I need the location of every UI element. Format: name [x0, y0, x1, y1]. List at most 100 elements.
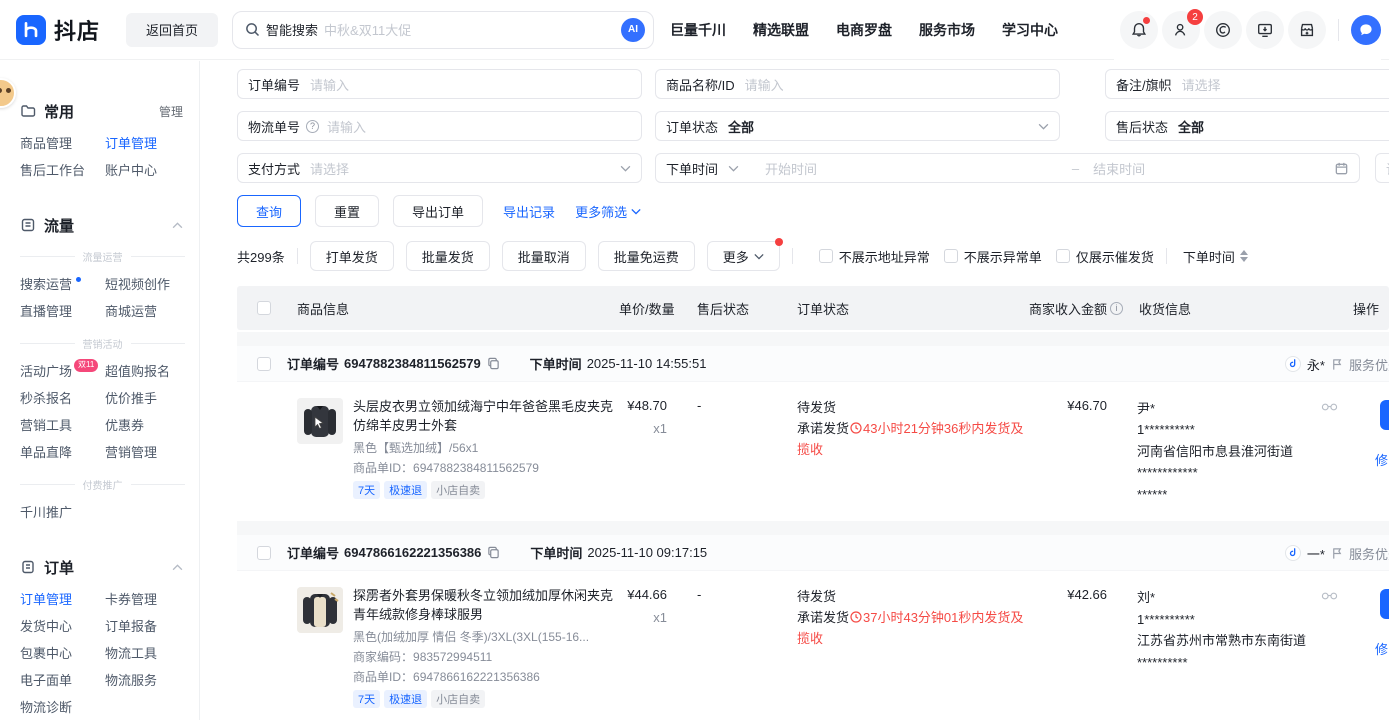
- shop-button[interactable]: [1288, 11, 1326, 49]
- aftersale-status-select[interactable]: 售后状态 全部: [1105, 111, 1389, 141]
- sidebar-item-aftersale-workbench[interactable]: 售后工作台: [20, 156, 105, 183]
- order-number-field[interactable]: 订单编号 请输入: [237, 69, 642, 99]
- copy-icon[interactable]: [487, 546, 500, 559]
- customer-service-button[interactable]: [1204, 11, 1242, 49]
- reset-button[interactable]: 重置: [315, 195, 379, 227]
- order-status-select[interactable]: 订单状态 全部: [655, 111, 1060, 141]
- sidebar-item-order-report[interactable]: 订单报备: [105, 612, 199, 639]
- sidebar-item-single-discount[interactable]: 单品直降: [20, 438, 105, 465]
- sidebar-item-short-video-creation[interactable]: 短视频创作: [105, 270, 199, 297]
- flag-icon[interactable]: [1331, 358, 1343, 371]
- export-log-link[interactable]: 导出记录: [503, 202, 555, 221]
- nav-learning-center[interactable]: 学习中心: [1002, 20, 1058, 40]
- calendar-icon[interactable]: [1334, 161, 1349, 176]
- nav-selected-alliance[interactable]: 精选联盟: [753, 20, 809, 40]
- more-filters-link[interactable]: 更多筛选: [575, 202, 641, 221]
- ai-search-button[interactable]: AI: [621, 18, 645, 42]
- batch-ship-button[interactable]: 批量发货: [406, 241, 490, 271]
- remark-flag-field[interactable]: 备注/旗帜 请选择: [1105, 69, 1389, 99]
- query-button[interactable]: 查询: [237, 195, 301, 227]
- sidebar-item-live-management[interactable]: 直播管理: [20, 297, 105, 324]
- batch-cancel-button[interactable]: 批量取消: [502, 241, 586, 271]
- only-urged-checkbox[interactable]: 仅展示催发货: [1056, 247, 1154, 266]
- product-title[interactable]: 头层皮衣男立领加绒海宁中年爸爸黑毛皮夹克仿绵羊皮男士外套: [353, 398, 617, 436]
- primary-action-button[interactable]: [1380, 400, 1389, 430]
- col-order-status: 订单状态: [787, 299, 1027, 318]
- sidebar-item-search-operation[interactable]: 搜索运营: [20, 270, 105, 297]
- sidebar-item-logistics-tools[interactable]: 物流工具: [105, 639, 199, 666]
- search-mode-label: 智能搜索: [266, 20, 318, 39]
- sidebar-item-price-promoter[interactable]: 优价推手: [105, 384, 199, 411]
- tag-fast-refund: 极速退: [384, 690, 427, 708]
- buyer-name[interactable]: 一*: [1307, 544, 1325, 563]
- search-input[interactable]: 智能搜索 中秋&双11大促 AI: [232, 11, 654, 49]
- sidebar-item-mall-operation[interactable]: 商城运营: [105, 297, 199, 324]
- order-checkbox[interactable]: [257, 546, 271, 560]
- sidebar-item-flashsale-signup[interactable]: 秒杀报名: [20, 384, 105, 411]
- account-avatar[interactable]: [1351, 15, 1381, 45]
- sidebar-item-logistics-service[interactable]: 物流服务: [105, 666, 199, 693]
- sidebar-item-order-management[interactable]: 订单管理: [105, 129, 199, 156]
- view-address-icon[interactable]: [1321, 591, 1338, 601]
- sidebar-item-e-waybill[interactable]: 电子面单: [20, 666, 105, 693]
- merchant-income: ¥42.66: [1027, 587, 1137, 602]
- order-time-sort[interactable]: 下单时间: [1183, 247, 1248, 266]
- select-all-checkbox[interactable]: [257, 301, 271, 315]
- view-address-icon[interactable]: [1321, 402, 1338, 412]
- print-ship-button[interactable]: 打单发货: [310, 241, 394, 271]
- manage-link[interactable]: 管理: [159, 103, 183, 120]
- sidebar-item-marketing-management[interactable]: 营销管理: [105, 438, 199, 465]
- sidebar-item-account-center[interactable]: 账户中心: [105, 156, 199, 183]
- section-order[interactable]: 订单: [20, 555, 199, 579]
- chevron-up-icon[interactable]: [172, 564, 183, 571]
- sidebar-item-shipping-center[interactable]: 发货中心: [20, 612, 105, 639]
- receiver-address-2: ******: [1137, 484, 1316, 505]
- batch-free-shipping-button[interactable]: 批量免运费: [598, 241, 695, 271]
- sidebar-item-marketing-tools[interactable]: 营销工具: [20, 411, 105, 438]
- sidebar-item-qianchuan-promotion[interactable]: 千川推广: [20, 498, 105, 525]
- sidebar-item-premium-buy-signup[interactable]: 超值购报名: [105, 357, 199, 384]
- product-name-field[interactable]: 商品名称/ID 请输入: [655, 69, 1060, 99]
- sidebar-item-coupon[interactable]: 优惠券: [105, 411, 199, 438]
- more-actions-button[interactable]: 更多: [707, 241, 780, 271]
- product-image[interactable]: [297, 587, 343, 633]
- buyer-name[interactable]: 永*: [1307, 355, 1325, 374]
- sidebar-item-order-management-2[interactable]: 订单管理: [20, 585, 105, 612]
- app-logo[interactable]: 抖店: [16, 14, 100, 46]
- copy-icon[interactable]: [487, 357, 500, 370]
- chevron-up-icon[interactable]: [172, 222, 183, 229]
- nav-service-market[interactable]: 服务市场: [919, 20, 975, 40]
- help-icon[interactable]: ?: [306, 120, 319, 133]
- modify-address-link[interactable]: 修: [1375, 639, 1388, 658]
- product-title[interactable]: 探雳者外套男保暖秋冬立领加绒加厚休闲夹克青年绒款修身棒球服男: [353, 587, 617, 625]
- info-icon[interactable]: i: [1110, 302, 1123, 315]
- hide-address-abnormal-checkbox[interactable]: 不展示地址异常: [819, 247, 930, 266]
- modify-address-link[interactable]: 修: [1375, 450, 1388, 469]
- notification-bell-button[interactable]: [1120, 11, 1158, 49]
- start-time-placeholder[interactable]: 开始时间: [765, 159, 817, 178]
- sidebar-item-package-center[interactable]: 包裹中心: [20, 639, 105, 666]
- product-image[interactable]: [297, 398, 343, 444]
- end-time-placeholder[interactable]: 结束时间: [1093, 159, 1334, 178]
- pay-method-select[interactable]: 支付方式 请选择: [237, 153, 642, 183]
- sidebar-item-activity-plaza[interactable]: 活动广场双11: [20, 357, 105, 384]
- order-checkbox[interactable]: [257, 357, 271, 371]
- flag-icon[interactable]: [1331, 547, 1343, 560]
- tag-7days: 7天: [353, 481, 380, 499]
- order-time-range-field[interactable]: 下单时间 开始时间 – 结束时间: [655, 153, 1360, 183]
- nav-ecommerce-compass[interactable]: 电商罗盘: [836, 20, 892, 40]
- download-client-button[interactable]: [1246, 11, 1284, 49]
- nav-qianchuan[interactable]: 巨量千川: [670, 20, 726, 40]
- section-traffic[interactable]: 流量: [20, 213, 199, 237]
- extra-filter-field[interactable]: 请: [1375, 153, 1389, 183]
- tracking-number-field[interactable]: 物流单号 ? 请输入: [237, 111, 642, 141]
- clock-icon: [850, 611, 862, 623]
- customer-contact-button[interactable]: 2: [1162, 11, 1200, 49]
- export-orders-button[interactable]: 导出订单: [393, 195, 483, 227]
- sidebar-item-card-coupon-management[interactable]: 卡券管理: [105, 585, 199, 612]
- primary-action-button[interactable]: [1380, 589, 1389, 619]
- sidebar-item-product-management[interactable]: 商品管理: [20, 129, 105, 156]
- sidebar-item-logistics-diagnosis[interactable]: 物流诊断: [20, 693, 105, 720]
- hide-abnormal-order-checkbox[interactable]: 不展示异常单: [944, 247, 1042, 266]
- back-home-button[interactable]: 返回首页: [126, 13, 218, 47]
